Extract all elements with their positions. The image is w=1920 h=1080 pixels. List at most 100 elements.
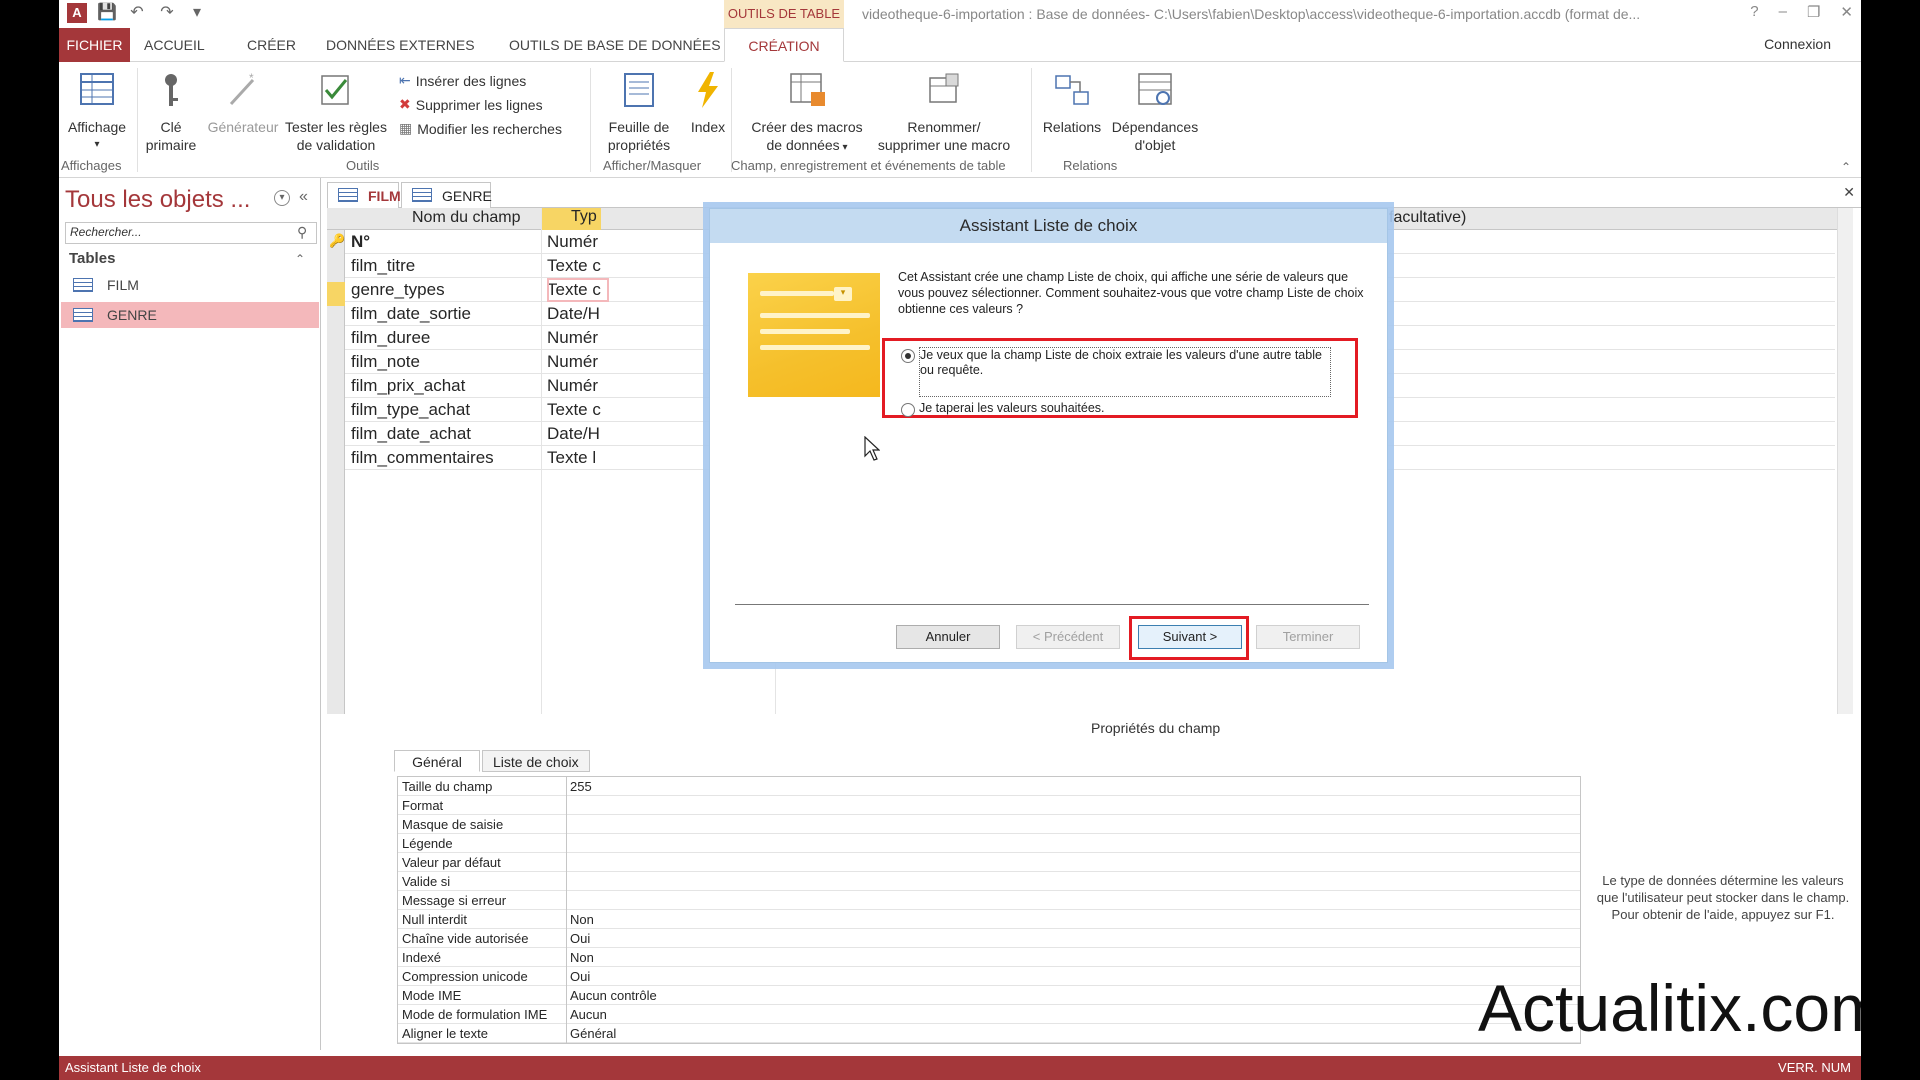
property-row[interactable]: Message si erreur bbox=[398, 891, 1580, 910]
nav-item-film[interactable]: FILM bbox=[61, 272, 319, 298]
restore-icon[interactable]: ❐ bbox=[1807, 3, 1820, 21]
nav-search-input[interactable]: Rechercher... bbox=[65, 222, 317, 244]
property-value[interactable]: Non bbox=[570, 910, 594, 929]
property-row[interactable]: Compression unicode Oui bbox=[398, 967, 1580, 986]
dependances-button[interactable]: Dépendances d'objet bbox=[1107, 70, 1203, 154]
tab-liste-de-choix[interactable]: Liste de choix bbox=[482, 750, 590, 772]
view-icon bbox=[80, 73, 114, 105]
field-type-cell[interactable]: Numér bbox=[547, 374, 609, 398]
field-name-cell[interactable]: genre_types bbox=[351, 278, 445, 302]
field-name-cell[interactable]: film_note bbox=[351, 350, 420, 374]
annuler-button[interactable]: Annuler bbox=[896, 625, 1000, 649]
search-icon[interactable]: ⚲ bbox=[297, 224, 307, 241]
nav-item-genre[interactable]: GENRE bbox=[61, 302, 319, 328]
minimize-icon[interactable]: – bbox=[1779, 3, 1787, 21]
save-icon[interactable]: 💾 bbox=[97, 3, 117, 23]
field-type-cell[interactable]: Texte c bbox=[547, 278, 609, 302]
vertical-scrollbar[interactable] bbox=[1837, 208, 1853, 714]
field-name-cell[interactable]: film_type_achat bbox=[351, 398, 470, 422]
property-row[interactable]: Format bbox=[398, 796, 1580, 815]
property-row[interactable]: Chaîne vide autorisée Oui bbox=[398, 929, 1580, 948]
access-window: A 💾 ↶ ↷ ▾ OUTILS DE TABLE videotheque-6-… bbox=[59, 0, 1861, 1080]
close-icon[interactable]: ✕ bbox=[1840, 3, 1853, 21]
redo-icon[interactable]: ↷ bbox=[157, 3, 177, 23]
nav-menu-chevron-icon[interactable]: ▾ bbox=[274, 190, 290, 206]
property-value[interactable]: Général bbox=[570, 1024, 616, 1043]
property-row[interactable]: Null interdit Non bbox=[398, 910, 1580, 929]
tester-regles-button[interactable]: Tester les règles de validation bbox=[281, 70, 391, 154]
tab-outils-base-de-donnees[interactable]: OUTILS DE BASE DE DONNÉES bbox=[499, 28, 731, 62]
nav-pane-title[interactable]: Tous les objets ... bbox=[65, 186, 250, 214]
creer-macros-button[interactable]: Créer des macros de données ▾ bbox=[737, 70, 877, 157]
supprimer-lignes-button[interactable]: ✖ Supprimer les lignes bbox=[399, 96, 543, 113]
field-name-cell[interactable]: film_date_achat bbox=[351, 422, 471, 446]
tab-donnees-externes[interactable]: DONNÉES EXTERNES bbox=[316, 28, 485, 62]
property-row[interactable]: Légende bbox=[398, 834, 1580, 853]
property-row[interactable]: Valeur par défaut bbox=[398, 853, 1580, 872]
precedent-button[interactable]: < Précédent bbox=[1016, 625, 1120, 649]
field-name-cell[interactable]: N° bbox=[351, 230, 370, 254]
field-name-cell[interactable]: film_prix_achat bbox=[351, 374, 465, 398]
collapse-nav-icon[interactable]: « bbox=[299, 188, 308, 206]
property-row[interactable]: Mode IME Aucun contrôle bbox=[398, 986, 1580, 1005]
property-row[interactable]: Indexé Non bbox=[398, 948, 1580, 967]
illustration-bar bbox=[760, 313, 870, 318]
property-divider bbox=[566, 777, 567, 796]
option-type-values[interactable]: Je taperai les valeurs souhaitées. bbox=[901, 401, 1331, 417]
property-value[interactable]: 255 bbox=[570, 777, 592, 796]
feuille-proprietes-button[interactable]: Feuille de propriétés bbox=[595, 70, 683, 154]
property-value[interactable]: Aucun contrôle bbox=[570, 986, 657, 1005]
modifier-recherches-button[interactable]: ▦ Modifier les recherches bbox=[399, 120, 562, 137]
window-controls: ? – ❐ ✕ bbox=[1750, 3, 1853, 21]
close-document-icon[interactable]: ✕ bbox=[1843, 184, 1855, 201]
radio-unselected[interactable] bbox=[901, 403, 915, 417]
illustration-bar bbox=[760, 345, 870, 350]
property-value[interactable]: Non bbox=[570, 948, 594, 967]
connexion-link[interactable]: Connexion bbox=[1764, 36, 1831, 52]
inserer-lignes-button[interactable]: ⇤ Insérer des lignes bbox=[399, 72, 526, 89]
field-type-cell[interactable]: Date/H bbox=[547, 422, 609, 446]
tab-fichier[interactable]: FICHIER bbox=[59, 28, 130, 62]
tab-accueil[interactable]: ACCUEIL bbox=[134, 28, 215, 62]
doc-tab-genre[interactable]: GENRE bbox=[401, 182, 492, 208]
doc-tab-film[interactable]: FILM bbox=[327, 182, 401, 208]
property-row[interactable]: Taille du champ 255 bbox=[398, 777, 1580, 796]
relations-button[interactable]: Relations bbox=[1037, 70, 1107, 136]
property-row[interactable]: Masque de saisie bbox=[398, 815, 1580, 834]
affichage-button[interactable]: Affichage ▾ bbox=[59, 70, 135, 154]
customize-qat-icon[interactable]: ▾ bbox=[187, 3, 207, 23]
help-icon[interactable]: ? bbox=[1750, 3, 1758, 21]
field-type-cell[interactable]: Texte c bbox=[547, 254, 609, 278]
property-value[interactable]: Oui bbox=[570, 967, 590, 986]
renommer-macro-button[interactable]: Renommer/ supprimer une macro bbox=[869, 70, 1019, 154]
property-value[interactable]: Oui bbox=[570, 929, 590, 948]
property-value[interactable]: Aucun bbox=[570, 1005, 607, 1024]
field-type-cell[interactable]: Texte l bbox=[547, 446, 609, 470]
section-collapse-icon[interactable]: ⌃ bbox=[295, 252, 305, 266]
current-row-selector[interactable] bbox=[327, 282, 345, 306]
tab-creer[interactable]: CRÉER bbox=[237, 28, 306, 62]
property-row[interactable]: Aligner le texte Général bbox=[398, 1024, 1580, 1043]
field-name-cell[interactable]: film_titre bbox=[351, 254, 415, 278]
property-row[interactable]: Valide si bbox=[398, 872, 1580, 891]
field-type-cell[interactable]: Numér bbox=[547, 326, 609, 350]
cle-primaire-button[interactable]: Clé primaire bbox=[139, 70, 203, 154]
generateur-button[interactable]: * Générateur bbox=[203, 70, 283, 136]
property-sheet-icon bbox=[624, 73, 654, 107]
property-row[interactable]: Mode de formulation IME Aucun bbox=[398, 1005, 1580, 1024]
field-type-cell[interactable]: Numér bbox=[547, 350, 609, 374]
field-name-cell[interactable]: film_commentaires bbox=[351, 446, 494, 470]
field-type-cell[interactable]: Texte c bbox=[547, 398, 609, 422]
field-type-cell[interactable]: Numér bbox=[547, 230, 609, 254]
field-type-cell[interactable]: Date/H bbox=[547, 302, 609, 326]
access-app-icon[interactable]: A bbox=[67, 3, 87, 23]
undo-icon[interactable]: ↶ bbox=[127, 3, 147, 23]
tab-general[interactable]: Général bbox=[394, 750, 480, 772]
terminer-button[interactable]: Terminer bbox=[1256, 625, 1360, 649]
collapse-ribbon-icon[interactable]: ⌃ bbox=[1841, 160, 1851, 174]
index-button[interactable]: Index bbox=[673, 70, 743, 136]
tab-creation[interactable]: CRÉATION bbox=[724, 28, 844, 62]
field-name-cell[interactable]: film_date_sortie bbox=[351, 302, 471, 326]
field-name-cell[interactable]: film_duree bbox=[351, 326, 430, 350]
nav-section-tables[interactable]: Tables bbox=[69, 250, 115, 267]
